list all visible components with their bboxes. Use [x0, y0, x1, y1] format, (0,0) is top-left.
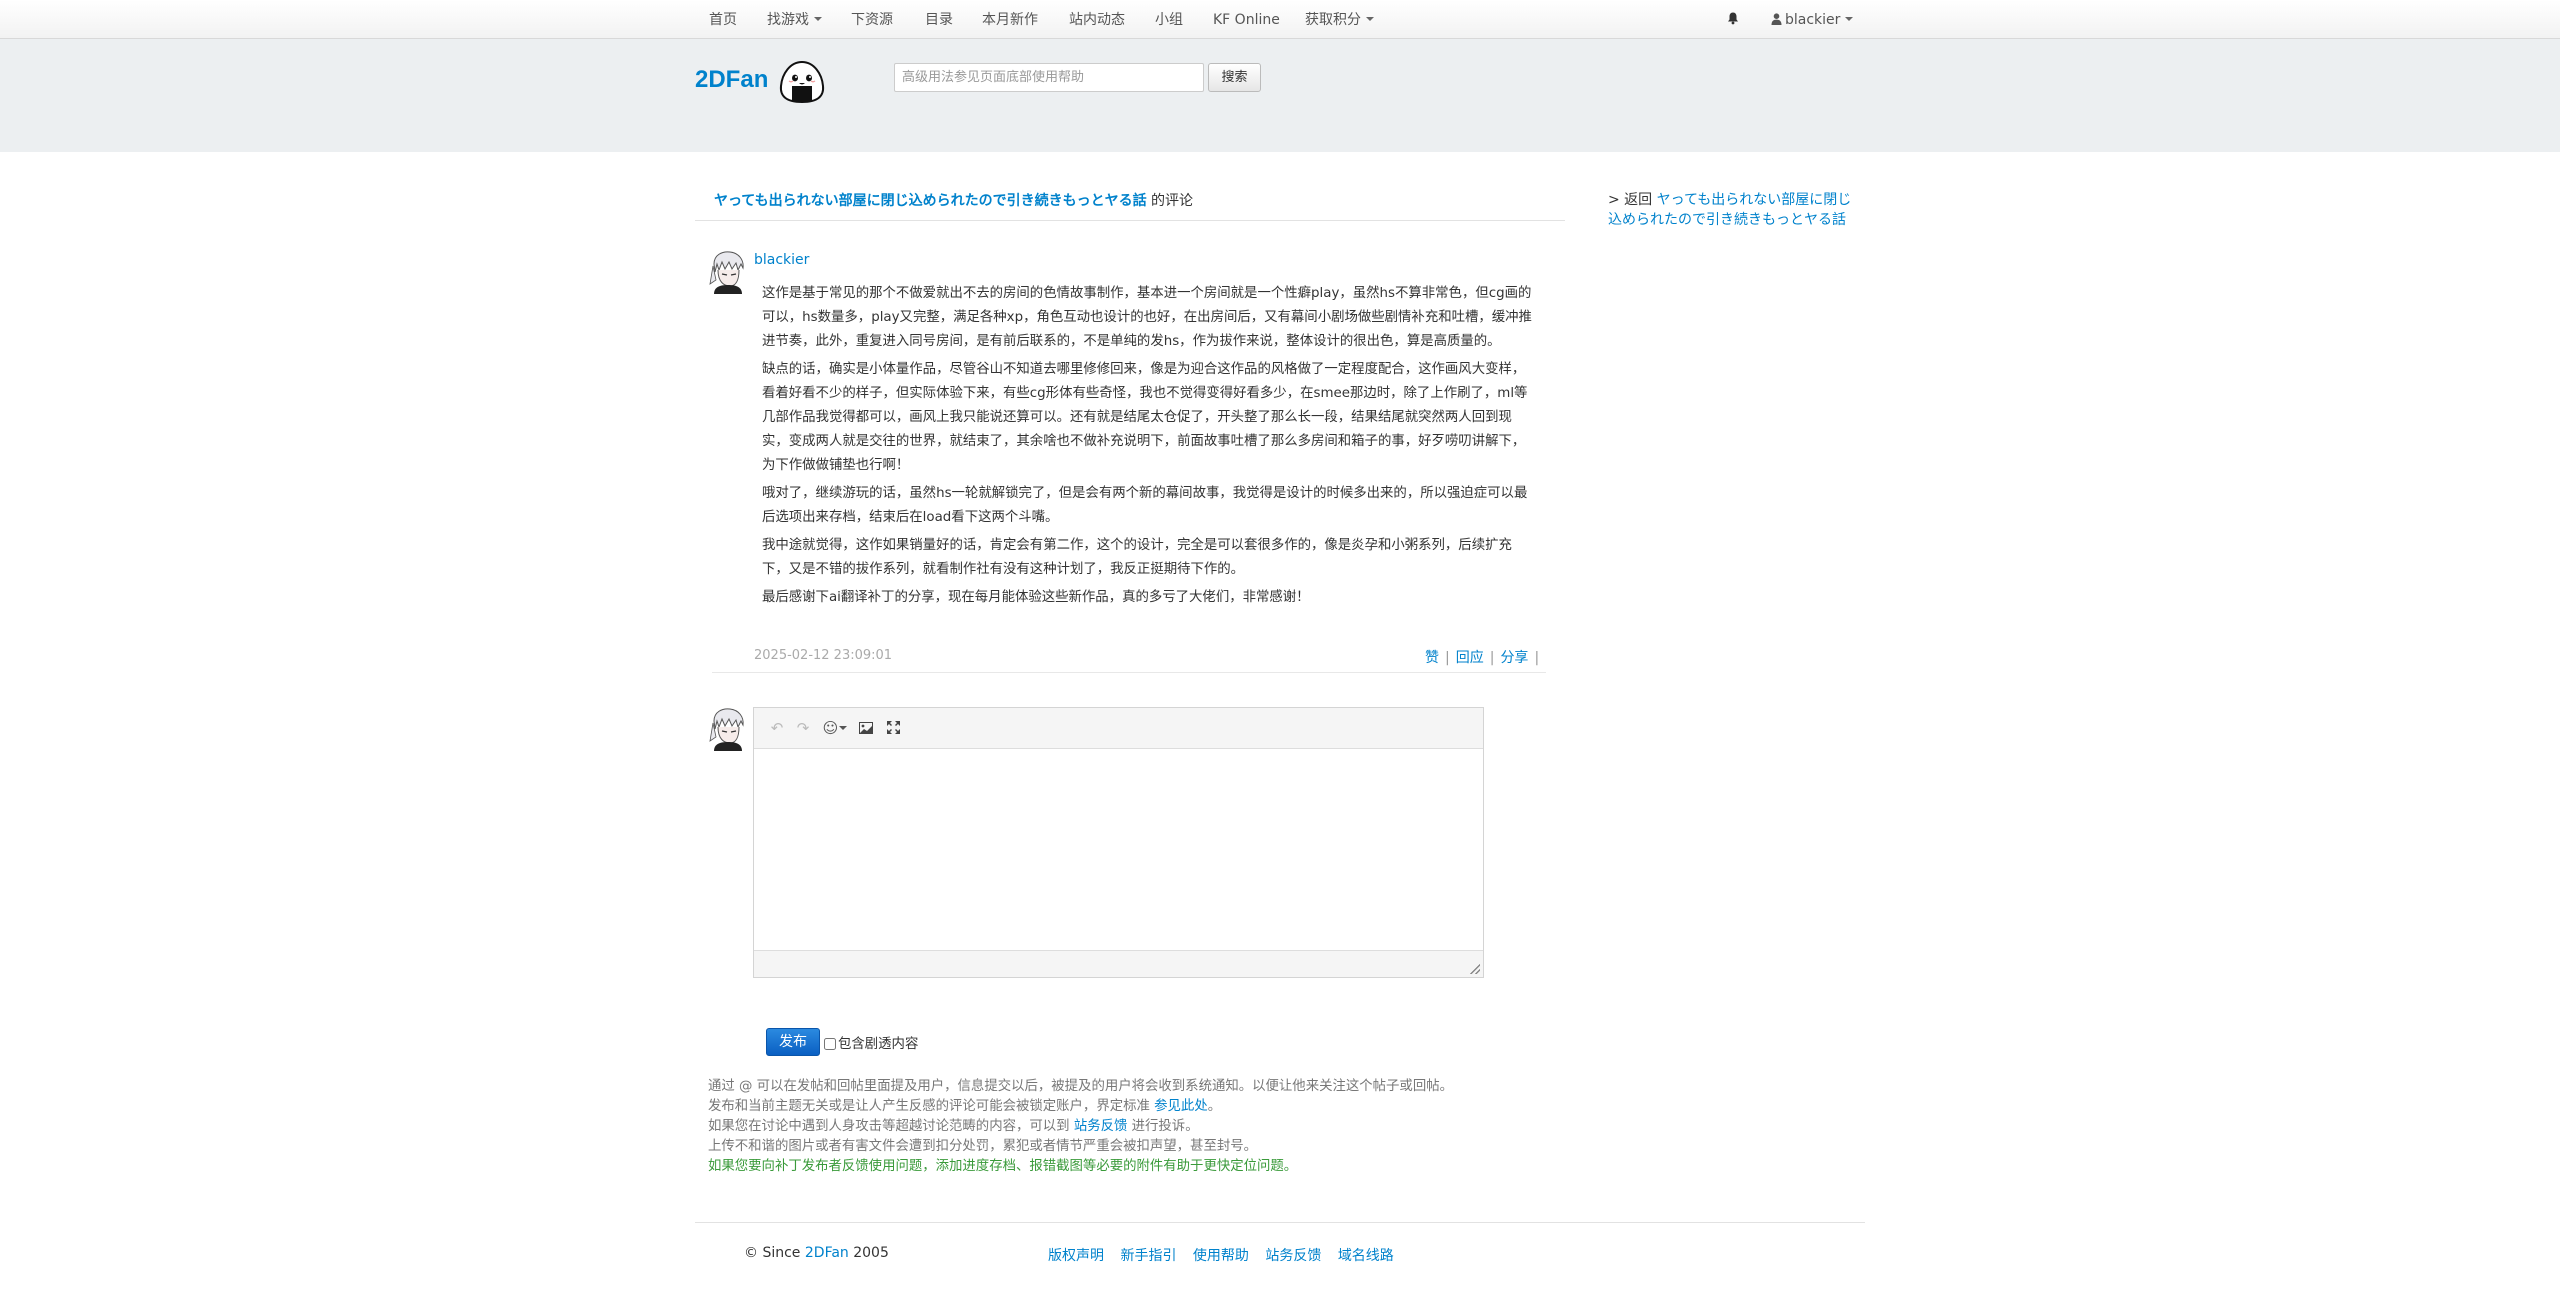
copyright-prefix: © Since	[744, 1245, 805, 1261]
reply-button[interactable]: 回应	[1456, 650, 1484, 666]
note-line: 发布和当前主题无关或是让人产生反感的评论可能会被锁定账户，界定标准 参见此处。	[708, 1097, 1453, 1117]
note-text: 进行投诉。	[1127, 1119, 1199, 1134]
comment-body: 这作是基于常见的那个不做爱就出不去的房间的色情故事制作，基本进一个房间就是一个性…	[762, 282, 1535, 614]
footer-link-newbie-guide[interactable]: 新手指引	[1120, 1248, 1176, 1264]
mascot-logo	[779, 60, 825, 104]
comment-paragraph: 我中途就觉得，这作如果销量好的话，肯定会有第二作，这个的设计，完全是可以套很多作…	[762, 538, 1512, 577]
comment-author[interactable]: blackier	[754, 252, 809, 268]
nav-kf-online[interactable]: KF Online	[1213, 0, 1280, 39]
user-menu[interactable]: blackier	[1771, 0, 1854, 39]
resize-handle-icon[interactable]	[1470, 964, 1480, 974]
game-title-link[interactable]: ヤっても出られない部屋に閉じ込められたので引き続きもっとヤる話	[714, 193, 1147, 209]
separator: |	[1534, 650, 1540, 666]
comment-actions: 赞 | 回应 | 分享 |	[1425, 647, 1545, 667]
comment-paragraph: 缺点的话，确实是小体量作品，尽管谷山不知道去哪里修修回来，像是为迎合这作品的风格…	[762, 362, 1528, 473]
share-button[interactable]: 分享	[1500, 650, 1528, 666]
note-line: 通过 @ 可以在发帖和回帖里面提及用户，信息提交以后，被提及的用户将会收到系统通…	[708, 1079, 1453, 1094]
user-icon	[1771, 12, 1782, 25]
notifications-button[interactable]	[1727, 0, 1739, 39]
page-title-suffix: 的评论	[1146, 193, 1194, 209]
nav-find-games-label: 找游戏	[767, 12, 809, 28]
comment-paragraph: 这作是基于常见的那个不做爱就出不去的房间的色情故事制作，基本进一个房间就是一个性…	[762, 286, 1532, 349]
avatar[interactable]	[708, 250, 748, 294]
divider	[695, 220, 1565, 221]
note-line: 上传不和谐的图片或者有害文件会遭到扣分处罚，累犯或者情节严重会被扣声望，甚至封号…	[708, 1139, 1258, 1154]
footer-link-copyright[interactable]: 版权声明	[1048, 1248, 1104, 1264]
nav-home[interactable]: 首页	[709, 0, 737, 39]
footer-link-feedback[interactable]: 站务反馈	[1265, 1248, 1321, 1264]
comment-paragraph: 最后感谢下ai翻译补丁的分享，现在每月能体验这些新作品，真的多亏了大佬们，非常感…	[762, 590, 1310, 605]
spoiler-option[interactable]: 包含剧透内容	[824, 1032, 918, 1052]
header-band	[0, 39, 2560, 152]
fullscreen-icon[interactable]	[883, 718, 903, 738]
note-line: 如果您在讨论中遇到人身攻击等超越讨论范畴的内容，可以到 站务反馈 进行投诉。	[708, 1117, 1453, 1137]
note-line-highlight: 如果您要向补丁发布者反馈使用问题，添加进度存档、报错截图等必要的附件有助于更快定…	[708, 1159, 1298, 1174]
note-text: 发布和当前主题无关或是让人产生反感的评论可能会被锁定账户，界定标准	[708, 1099, 1155, 1114]
bell-icon	[1728, 12, 1738, 25]
copyright: © Since 2DFan 2005	[744, 1245, 889, 1261]
spoiler-checkbox[interactable]	[824, 1038, 836, 1050]
reply-editor: ↶ ↷ ☺	[753, 707, 1484, 978]
separator: |	[1489, 650, 1495, 666]
note-text: 如果您在讨论中遇到人身攻击等超越讨论范畴的内容，可以到	[708, 1119, 1074, 1134]
chevron-down-icon	[839, 725, 848, 730]
separator: |	[1445, 650, 1450, 666]
emoji-icon[interactable]: ☺	[821, 718, 849, 738]
redo-icon[interactable]: ↷	[794, 718, 812, 738]
search-button[interactable]: 搜索	[1208, 63, 1261, 92]
image-glyph	[859, 722, 873, 734]
posting-notes: 通过 @ 可以在发帖和回帖里面提及用户，信息提交以后，被提及的用户将会收到系统通…	[708, 1077, 1453, 1177]
editor-statusbar	[754, 950, 1483, 977]
nav-monthly-new[interactable]: 本月新作	[982, 0, 1038, 39]
like-button[interactable]: 赞	[1425, 650, 1439, 666]
editor-toolbar: ↶ ↷ ☺	[754, 708, 1483, 749]
chevron-down-icon	[1845, 17, 1854, 21]
nav-groups[interactable]: 小组	[1155, 0, 1183, 39]
chevron-down-icon	[814, 17, 822, 21]
copyright-year: 2005	[848, 1245, 889, 1261]
nav-get-points[interactable]: 获取积分	[1305, 0, 1374, 39]
divider	[695, 1222, 1865, 1223]
nav-downloads[interactable]: 下资源	[851, 0, 893, 39]
back-prefix: > 返回	[1608, 192, 1657, 208]
fullscreen-glyph	[886, 721, 900, 734]
reply-textarea[interactable]	[754, 750, 1483, 950]
footer-link-help[interactable]: 使用帮助	[1193, 1248, 1249, 1264]
footer-link-domains[interactable]: 域名线路	[1338, 1248, 1394, 1264]
avatar	[708, 707, 748, 751]
comment-timestamp: 2025-02-12 23:09:01	[754, 648, 893, 663]
search-input[interactable]: 高级用法参见页面底部使用帮助	[894, 63, 1204, 92]
site-logo[interactable]: 2DFan	[695, 66, 768, 94]
spoiler-label: 包含剧透内容	[838, 1037, 919, 1052]
search-placeholder: 高级用法参见页面底部使用帮助	[902, 70, 1085, 85]
image-icon[interactable]	[856, 718, 876, 738]
page-title: ヤっても出られない部屋に閉じ込められたので引き続きもっとヤる話 的评论	[714, 190, 1193, 210]
chevron-down-icon	[1366, 17, 1374, 21]
user-name: blackier	[1785, 12, 1841, 28]
nav-get-points-label: 获取积分	[1305, 12, 1361, 28]
footer-links: 版权声明 新手指引 使用帮助 站务反馈 域名线路	[1048, 1245, 1406, 1265]
post-button[interactable]: 发布	[766, 1028, 820, 1056]
comment-paragraph: 哦对了，继续游玩的话，虽然hs一轮就解锁完了，但是会有两个新的幕间故事，我觉得是…	[762, 486, 1528, 525]
feedback-link[interactable]: 站务反馈	[1074, 1119, 1128, 1134]
nav-catalog[interactable]: 目录	[925, 0, 953, 39]
nav-find-games[interactable]: 找游戏	[767, 0, 822, 39]
nav-site-activity[interactable]: 站内动态	[1069, 0, 1125, 39]
back-link: > 返回 ヤっても出られない部屋に閉じ込められたので引き続きもっとヤる話	[1608, 190, 1853, 230]
rules-link[interactable]: 参见此处	[1154, 1099, 1208, 1114]
top-navbar: 首页 找游戏 下资源 目录 本月新作 站内动态 小组 KF Online 获取积…	[0, 0, 2560, 39]
divider	[712, 672, 1546, 673]
undo-icon[interactable]: ↶	[768, 718, 786, 738]
footer-brand-link[interactable]: 2DFan	[805, 1245, 849, 1261]
note-text: 。	[1207, 1099, 1222, 1114]
